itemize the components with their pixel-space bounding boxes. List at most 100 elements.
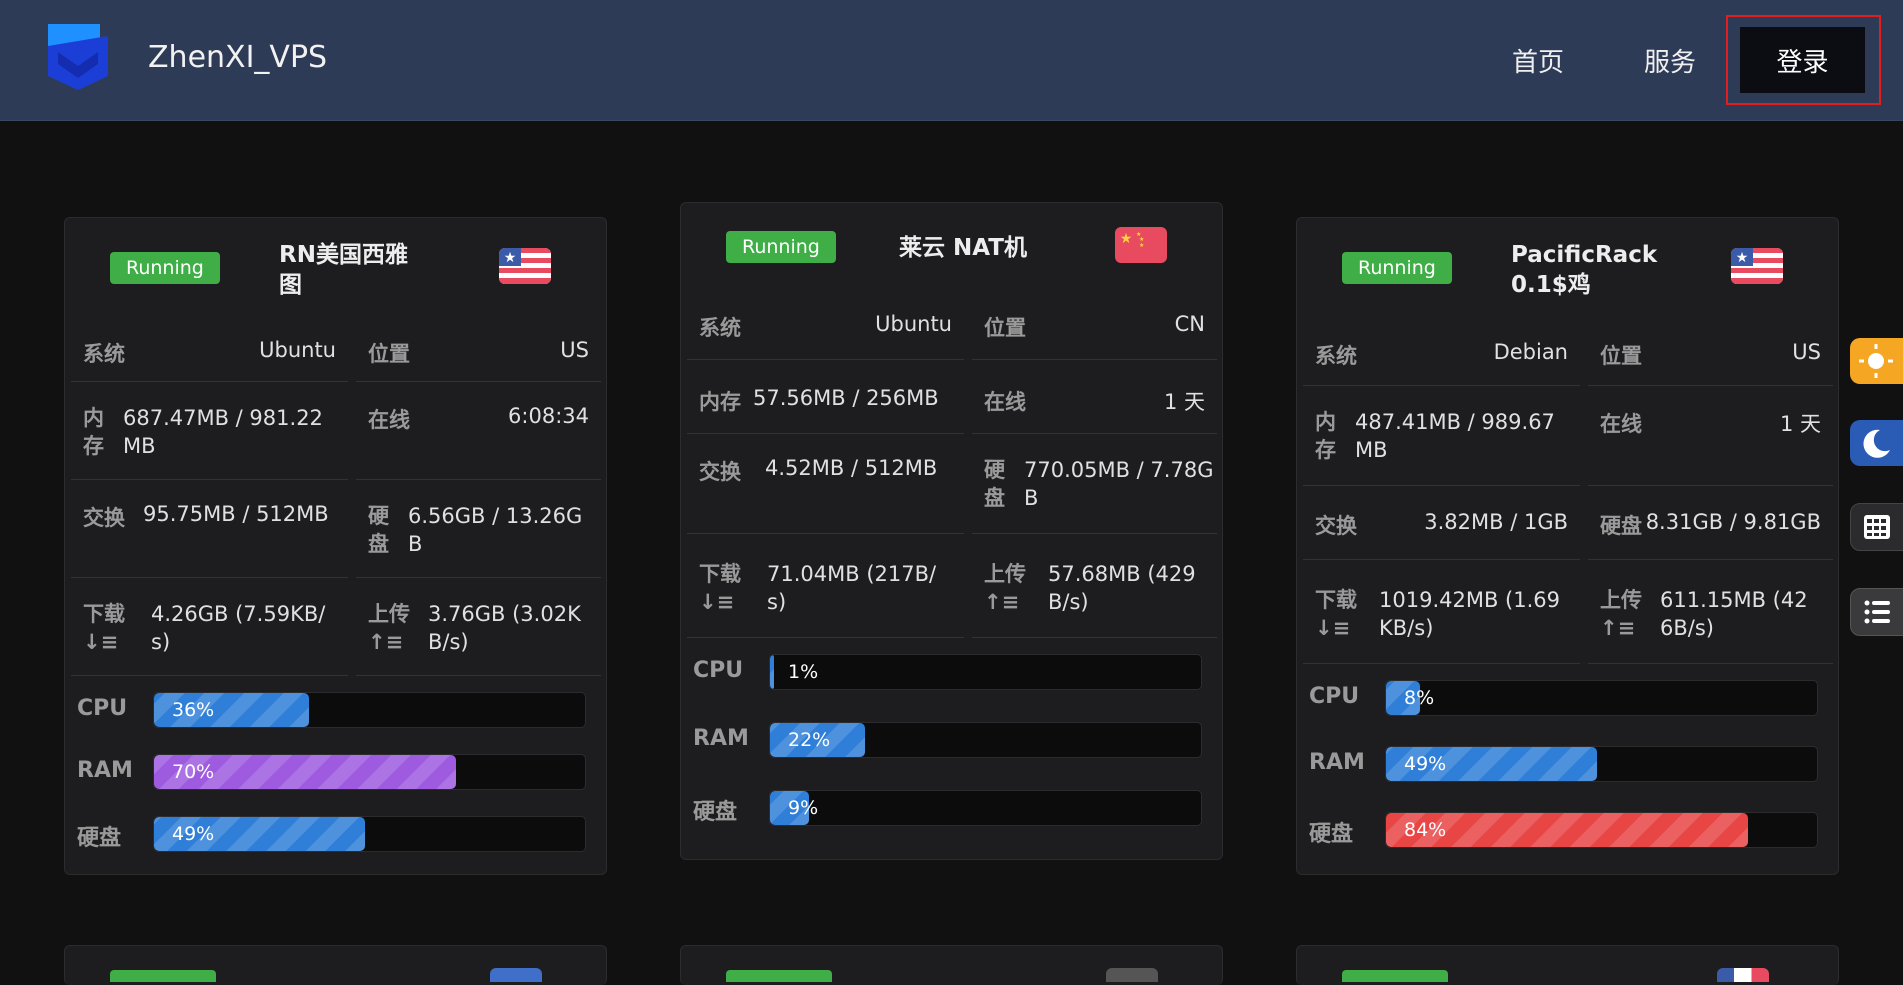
system-label: 系统 [699, 316, 741, 340]
ram-row: RAM 49% [1309, 746, 1818, 782]
cn-flag-icon: ★ ★ ★ ★ [1115, 227, 1167, 263]
online-label: 在线 [984, 390, 1026, 414]
location-value: US [1792, 340, 1821, 364]
disk-cell: 硬盘 8.31GB / 9.81GB [1588, 486, 1833, 560]
memory-value: 487.41MB / 989.67 MB [1355, 410, 1555, 462]
location-cell: 位置 US [356, 318, 601, 382]
online-label: 在线 [1600, 412, 1642, 436]
memory-label: 内存 [1315, 410, 1336, 462]
cpu-percent: 1% [788, 661, 819, 683]
us-flag-icon: ★ [499, 248, 551, 284]
top-navbar: ZhenXI_VPS 首页 服务 登录 [0, 0, 1903, 121]
cpu-row: CPU 36% [77, 692, 586, 728]
flag-icon [490, 968, 542, 982]
swap-cell: 交换 95.75MB / 512MB [71, 480, 348, 578]
nav-services[interactable]: 服务 [1644, 42, 1696, 79]
calculator-icon[interactable] [1850, 503, 1903, 551]
svg-text:★: ★ [504, 250, 517, 266]
cpu-percent: 36% [172, 699, 215, 721]
location-cell: 位置 CN [972, 288, 1217, 360]
upload-value: 57.68MB (429B/s) [1048, 562, 1196, 614]
download-value: 1019.42MB (1.69KB/s) [1379, 588, 1560, 640]
logo-icon[interactable] [48, 24, 108, 90]
cpu-percent: 8% [1404, 687, 1435, 709]
status-badge: Running [726, 231, 836, 263]
swap-label: 交换 [699, 460, 741, 484]
location-value: US [560, 338, 589, 362]
swap-value: 4.52MB / 512MB [765, 456, 938, 480]
disk-value: 770.05MB / 7.78GB [1024, 458, 1214, 510]
system-cell: 系统 Ubuntu [687, 288, 964, 360]
sun-icon[interactable] [1850, 338, 1903, 384]
memory-value: 687.47MB / 981.22 MB [123, 406, 323, 458]
status-badge [1342, 970, 1448, 982]
ram-percent: 49% [1404, 753, 1447, 775]
download-cell: 下载 ↓≡ 71.04MB (217B/s) [687, 534, 964, 638]
disk-value: 6.56GB / 13.26GB [408, 504, 583, 556]
disk-label: 硬盘 [368, 504, 389, 556]
location-value: CN [1174, 312, 1205, 336]
upload-label: 上传 ↑≡ [368, 602, 410, 654]
status-badge: Running [1342, 252, 1452, 284]
ram-label: RAM [693, 726, 749, 751]
server-card: Running 莱云 NAT机 ★ ★ ★ ★ 系统 Ubuntu 位置 CN … [680, 202, 1223, 860]
moon-icon[interactable] [1850, 420, 1903, 466]
download-icon: ↓≡ [699, 590, 735, 614]
disk-cell: 硬盘 6.56GB / 13.26GB [356, 480, 601, 578]
status-badge [110, 970, 216, 982]
cpu-bar: 36% [153, 692, 586, 728]
system-cell: 系统 Ubuntu [71, 318, 348, 382]
download-icon: ↓≡ [83, 630, 119, 654]
hdd-percent: 49% [172, 823, 215, 845]
list-icon[interactable] [1850, 588, 1903, 636]
location-cell: 位置 US [1588, 322, 1833, 386]
ram-row: RAM 22% [693, 722, 1202, 758]
upload-icon: ↑≡ [1600, 616, 1636, 640]
svg-text:★: ★ [1736, 250, 1749, 266]
system-value: Ubuntu [259, 338, 336, 362]
online-cell: 在线 1 天 [972, 360, 1217, 434]
system-value: Debian [1493, 340, 1568, 364]
hdd-label: 硬盘 [77, 826, 122, 851]
flag-icon [1106, 968, 1158, 982]
hdd-row: 硬盘 84% [1309, 812, 1818, 848]
flag-icon [1717, 968, 1769, 982]
download-value: 71.04MB (217B/s) [767, 562, 937, 614]
login-button[interactable]: 登录 [1740, 27, 1865, 93]
swap-value: 3.82MB / 1GB [1424, 510, 1568, 534]
swap-cell: 交换 3.82MB / 1GB [1303, 486, 1580, 560]
brand-name[interactable]: ZhenXI_VPS [148, 40, 327, 75]
location-label: 位置 [368, 342, 410, 366]
cpu-bar: 1% [769, 654, 1202, 690]
hdd-label: 硬盘 [693, 800, 738, 825]
svg-text:★: ★ [1139, 242, 1144, 249]
location-label: 位置 [984, 316, 1026, 340]
disk-label: 硬盘 [984, 458, 1005, 510]
swap-cell: 交换 4.52MB / 512MB [687, 434, 964, 534]
cpu-label: CPU [693, 658, 744, 683]
download-value: 4.26GB (7.59KB/s) [151, 602, 326, 654]
nav-home[interactable]: 首页 [1512, 42, 1564, 79]
upload-value: 611.15MB (426B/s) [1660, 588, 1808, 640]
server-card-partial [64, 945, 607, 985]
cpu-bar: 8% [1385, 680, 1818, 716]
status-badge: Running [110, 252, 220, 284]
online-cell: 在线 1 天 [1588, 386, 1833, 486]
hdd-percent: 9% [788, 797, 819, 819]
server-card-partial [680, 945, 1223, 985]
cpu-row: CPU 8% [1309, 680, 1818, 716]
disk-label: 硬盘 [1600, 514, 1642, 538]
upload-cell: 上传 ↑≡ 57.68MB (429B/s) [972, 534, 1217, 638]
download-icon: ↓≡ [1315, 616, 1351, 640]
swap-label: 交换 [83, 506, 125, 530]
upload-cell: 上传 ↑≡ 3.76GB (3.02KB/s) [356, 578, 601, 676]
cpu-label: CPU [77, 696, 128, 721]
us-flag-icon: ★ [1731, 248, 1783, 284]
ram-bar: 49% [1385, 746, 1818, 782]
hdd-bar: 49% [153, 816, 586, 852]
upload-label: 上传 ↑≡ [984, 562, 1026, 614]
online-value: 1 天 [1779, 412, 1821, 436]
online-label: 在线 [368, 408, 410, 432]
hdd-bar: 84% [1385, 812, 1818, 848]
server-name: RN美国西雅图 [279, 242, 408, 298]
